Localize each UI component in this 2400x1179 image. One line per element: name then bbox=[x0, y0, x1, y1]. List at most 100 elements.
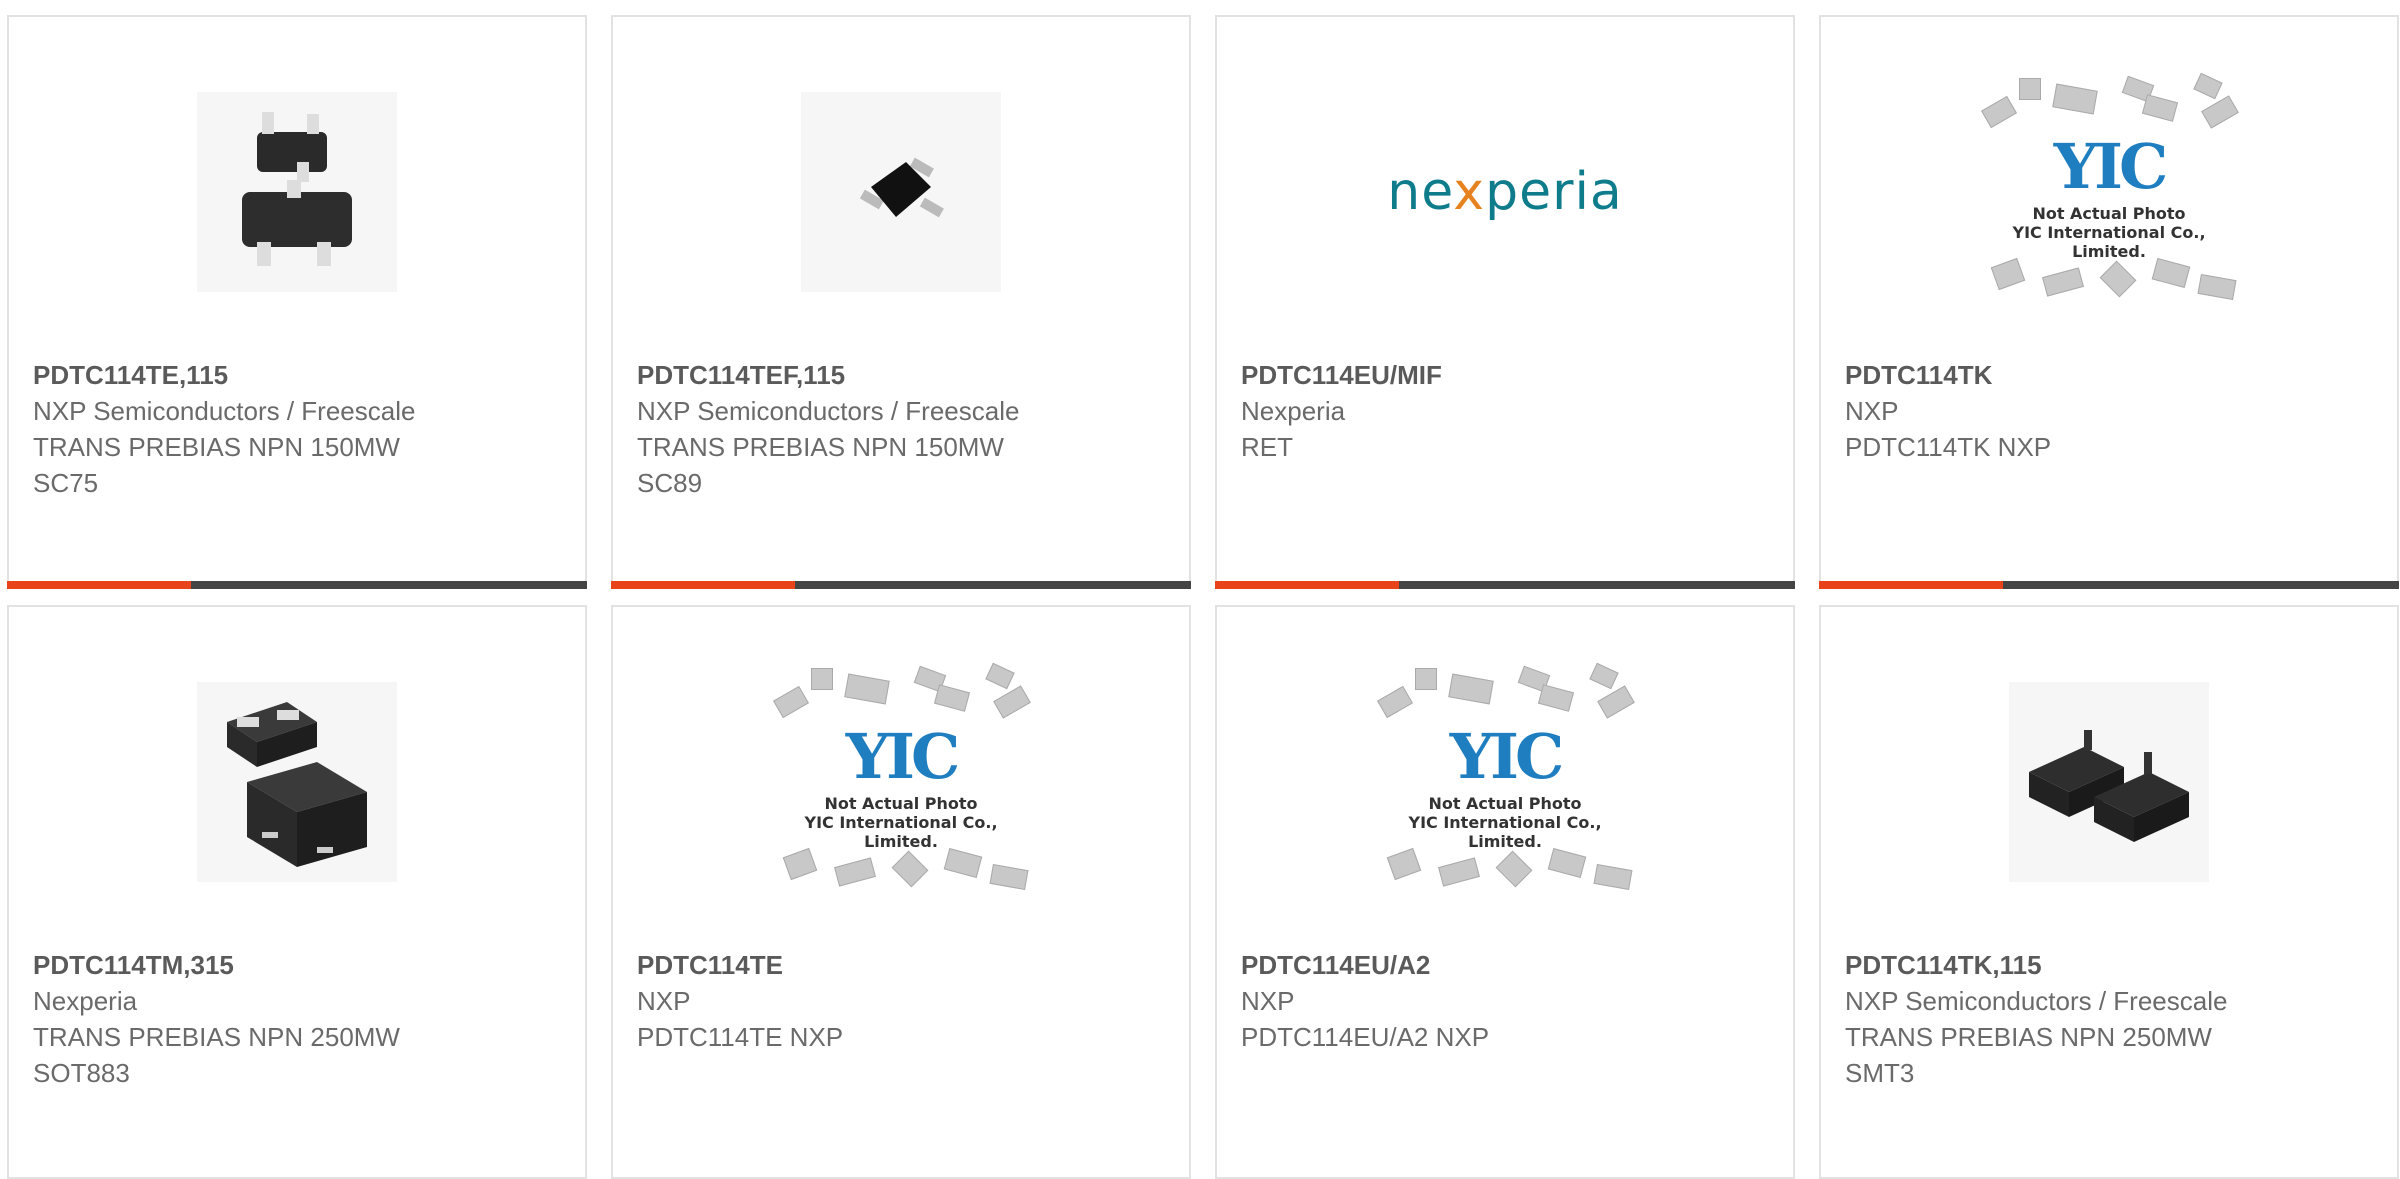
product-image[interactable]: YIC Not Actual Photo YIC International C… bbox=[1217, 662, 1793, 890]
chip-icon bbox=[1438, 857, 1480, 887]
product-image[interactable] bbox=[9, 87, 585, 297]
product-card[interactable]: PDTC114TE,115 NXP Semiconductors / Frees… bbox=[7, 15, 587, 589]
chip-icon bbox=[2193, 72, 2223, 100]
product-info: PDTC114TM,315 Nexperia TRANS PREBIAS NPN… bbox=[33, 947, 565, 1091]
product-info: PDTC114EU/A2 NXP PDTC114EU/A2 NXP bbox=[1241, 947, 1773, 1055]
yic-placeholder: YIC Not Actual Photo YIC International C… bbox=[1974, 72, 2244, 312]
product-card[interactable]: YIC Not Actual Photo YIC International C… bbox=[1215, 605, 1795, 1179]
logo-text: x bbox=[1453, 162, 1486, 222]
description: TRANS PREBIAS NPN 250MW bbox=[1845, 1022, 2212, 1052]
component-photo bbox=[197, 682, 397, 882]
sc75-package-icon bbox=[242, 112, 352, 266]
product-info: PDTC114TE,115 NXP Semiconductors / Frees… bbox=[33, 357, 565, 501]
sc89-package-icon bbox=[859, 157, 944, 218]
part-number[interactable]: PDTC114TE bbox=[637, 947, 1169, 983]
caption-line-1: Not Actual Photo bbox=[1428, 794, 1582, 813]
chip-icon bbox=[985, 662, 1015, 690]
package: SMT3 bbox=[1845, 1058, 1915, 1088]
part-number[interactable]: PDTC114TEF,115 bbox=[637, 357, 1169, 393]
description: TRANS PREBIAS NPN 250MW bbox=[33, 1022, 400, 1052]
chip-icon bbox=[1589, 662, 1619, 690]
chip-icon bbox=[943, 847, 983, 879]
part-number[interactable]: PDTC114EU/A2 bbox=[1241, 947, 1773, 983]
part-number[interactable]: PDTC114TK bbox=[1845, 357, 2377, 393]
product-image[interactable]: YIC Not Actual Photo YIC International C… bbox=[1821, 72, 2397, 300]
caption-line-2: YIC International Co., Limited. bbox=[1408, 813, 1602, 851]
chip-icon bbox=[1990, 257, 2026, 291]
chip-icon bbox=[2052, 83, 2098, 115]
product-card[interactable]: PDTC114TK,115 NXP Semiconductors / Frees… bbox=[1819, 605, 2399, 1179]
caption-line-1: Not Actual Photo bbox=[2032, 204, 2186, 223]
product-info: PDTC114TK,115 NXP Semiconductors / Frees… bbox=[1845, 947, 2377, 1091]
product-image[interactable]: nexperia bbox=[1217, 87, 1793, 297]
product-card[interactable]: PDTC114TM,315 Nexperia TRANS PREBIAS NPN… bbox=[7, 605, 587, 1179]
product-card[interactable]: YIC Not Actual Photo YIC International C… bbox=[611, 605, 1191, 1179]
placeholder-caption: Not Actual Photo YIC International Co., … bbox=[1974, 204, 2244, 261]
logo-text: peria bbox=[1485, 162, 1623, 222]
card-accent-bar bbox=[611, 581, 795, 589]
description: TRANS PREBIAS NPN 150MW bbox=[33, 432, 400, 462]
manufacturer: NXP bbox=[1241, 986, 1295, 1016]
manufacturer: NXP bbox=[637, 986, 691, 1016]
yic-placeholder: YIC Not Actual Photo YIC International C… bbox=[1370, 662, 1640, 902]
chip-icon bbox=[933, 684, 971, 712]
chip-icon bbox=[2197, 274, 2237, 300]
description: TRANS PREBIAS NPN 150MW bbox=[637, 432, 1004, 462]
product-card[interactable]: nexperia PDTC114EU/MIF Nexperia RET bbox=[1215, 15, 1795, 589]
caption-line-2: YIC International Co., Limited. bbox=[2012, 223, 2206, 261]
chip-icon bbox=[2201, 95, 2239, 129]
component-photo bbox=[197, 92, 397, 292]
product-info: PDTC114TE NXP PDTC114TE NXP bbox=[637, 947, 1169, 1055]
product-card[interactable]: YIC Not Actual Photo YIC International C… bbox=[1819, 15, 2399, 589]
product-info: PDTC114TK NXP PDTC114TK NXP bbox=[1845, 357, 2377, 465]
chip-icon bbox=[1537, 684, 1575, 712]
chip-icon bbox=[1448, 673, 1494, 705]
part-number[interactable]: PDTC114TM,315 bbox=[33, 947, 565, 983]
chip-icon bbox=[1593, 864, 1633, 890]
manufacturer: Nexperia bbox=[33, 986, 138, 1016]
product-image[interactable]: YIC Not Actual Photo YIC International C… bbox=[613, 662, 1189, 890]
chip-icon bbox=[2151, 257, 2191, 289]
manufacturer: Nexperia bbox=[1241, 396, 1346, 426]
placeholder-caption: Not Actual Photo YIC International Co., … bbox=[1370, 794, 1640, 851]
part-number[interactable]: PDTC114TE,115 bbox=[33, 357, 565, 393]
product-info: PDTC114TEF,115 NXP Semiconductors / Free… bbox=[637, 357, 1169, 501]
chip-icon bbox=[2019, 78, 2041, 100]
card-footer-bar bbox=[1819, 581, 2399, 589]
manufacturer: NXP Semiconductors / Freescale bbox=[637, 396, 1020, 426]
chip-icon bbox=[1377, 685, 1413, 719]
chip-icon bbox=[811, 668, 833, 690]
sot883-package-icon bbox=[227, 702, 367, 867]
chip-icon bbox=[844, 673, 890, 705]
chip-icon bbox=[1495, 850, 1533, 888]
chip-icon bbox=[1597, 685, 1635, 719]
caption-line-2: YIC International Co., Limited. bbox=[804, 813, 998, 851]
product-image[interactable] bbox=[9, 677, 585, 887]
component-photo bbox=[2009, 682, 2209, 882]
product-info: PDTC114EU/MIF Nexperia RET bbox=[1241, 357, 1773, 465]
chip-icon bbox=[1386, 847, 1422, 881]
product-image[interactable] bbox=[613, 87, 1189, 297]
package: SOT883 bbox=[33, 1058, 130, 1088]
description: RET bbox=[1241, 432, 1293, 462]
card-accent-bar bbox=[1819, 581, 2003, 589]
part-number[interactable]: PDTC114EU/MIF bbox=[1241, 357, 1773, 393]
chip-icon bbox=[1547, 847, 1587, 879]
manufacturer: NXP bbox=[1845, 396, 1899, 426]
part-number[interactable]: PDTC114TK,115 bbox=[1845, 947, 2377, 983]
yic-logo: YIC bbox=[1449, 720, 1565, 793]
chip-icon bbox=[2042, 267, 2084, 297]
yic-logo: YIC bbox=[845, 720, 961, 793]
chip-icon bbox=[1981, 95, 2017, 129]
manufacturer: NXP Semiconductors / Freescale bbox=[1845, 986, 2228, 1016]
product-image[interactable] bbox=[1821, 677, 2397, 887]
yic-logo: YIC bbox=[2053, 130, 2169, 203]
nexperia-logo: nexperia bbox=[1387, 162, 1623, 222]
caption-line-1: Not Actual Photo bbox=[824, 794, 978, 813]
card-footer-bar bbox=[1215, 581, 1795, 589]
chip-icon bbox=[1415, 668, 1437, 690]
chip-icon bbox=[834, 857, 876, 887]
description: PDTC114EU/A2 NXP bbox=[1241, 1022, 1490, 1052]
product-card[interactable]: PDTC114TEF,115 NXP Semiconductors / Free… bbox=[611, 15, 1191, 589]
chip-icon bbox=[773, 685, 809, 719]
